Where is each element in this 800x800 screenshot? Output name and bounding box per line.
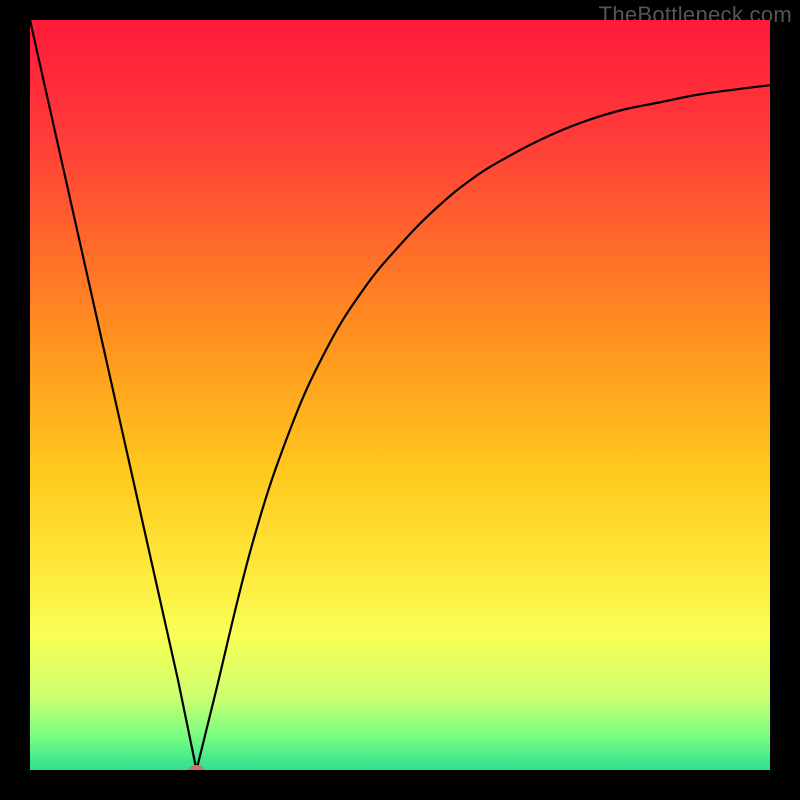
plot-area [30, 20, 770, 770]
chart-svg [30, 20, 770, 770]
gradient-background [30, 20, 770, 770]
chart-container: TheBottleneck.com [0, 0, 800, 800]
